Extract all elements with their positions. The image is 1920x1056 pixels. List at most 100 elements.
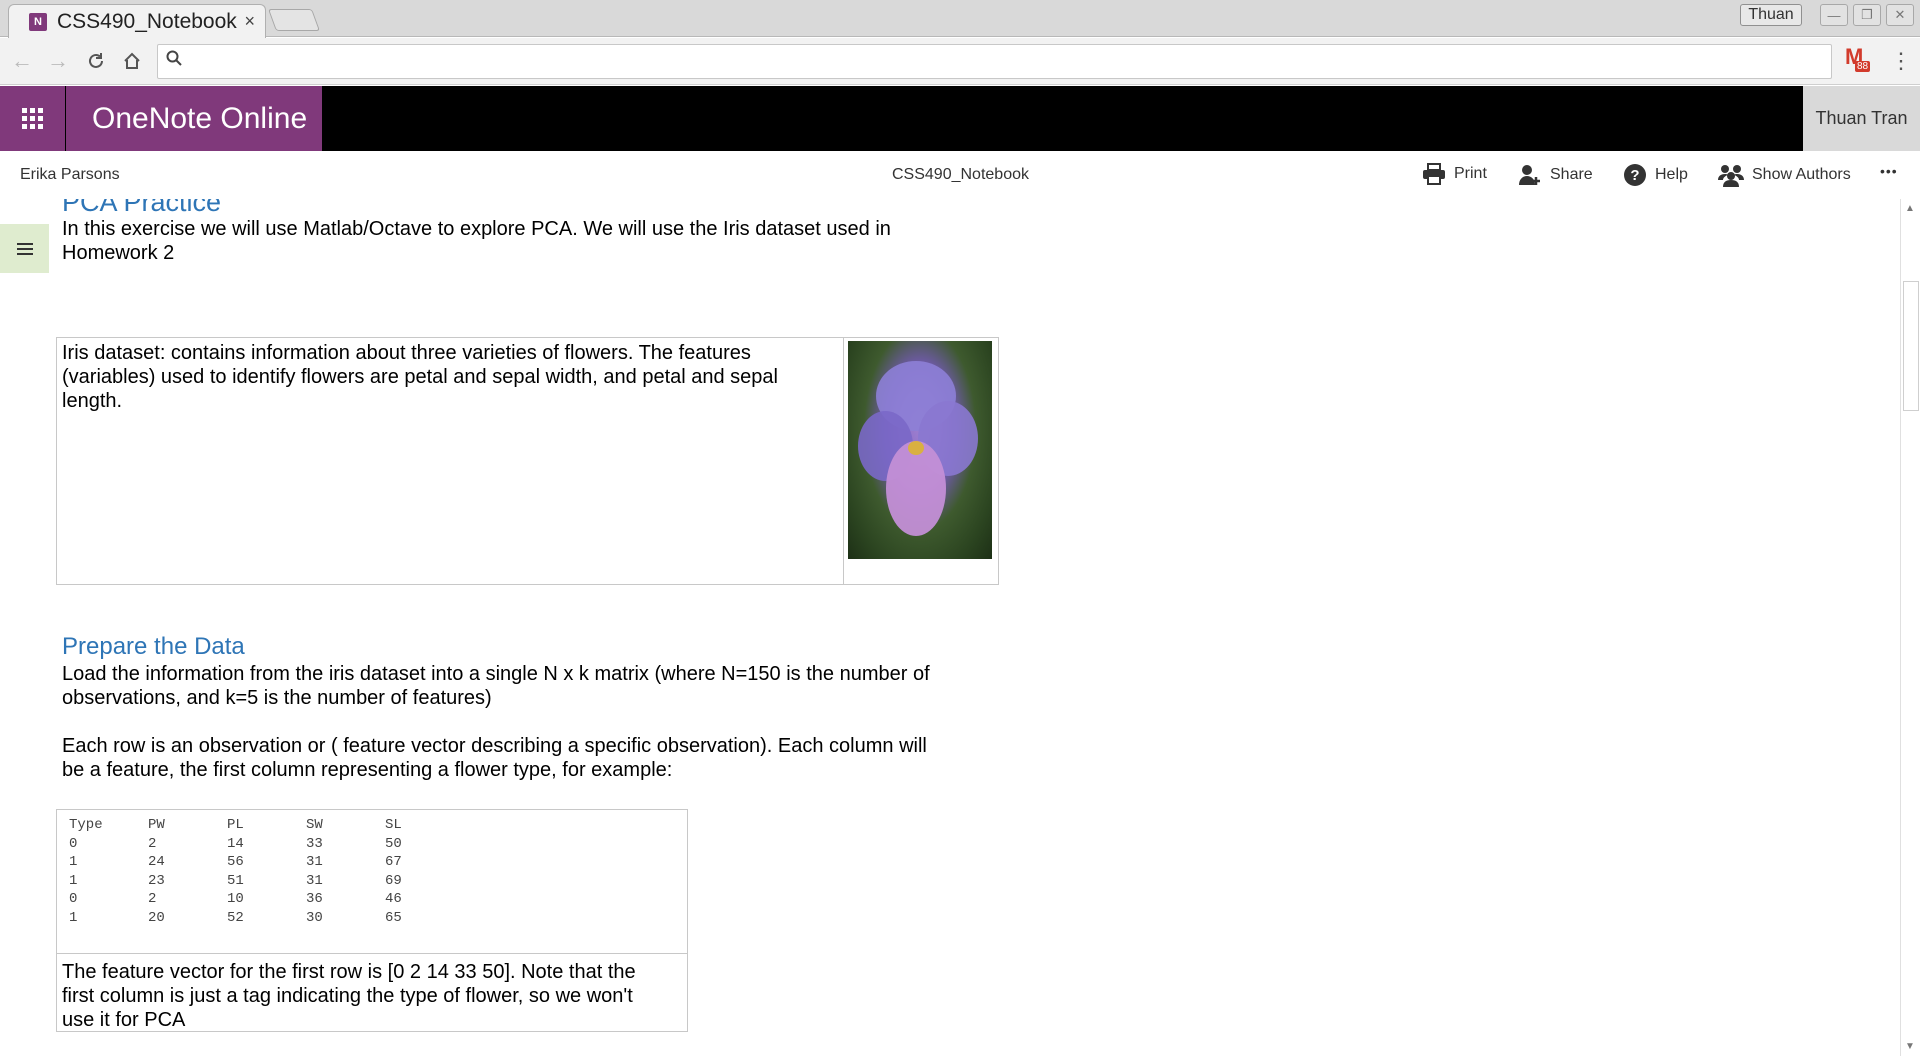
help-label: Help: [1655, 166, 1688, 183]
header-cell: SW: [306, 817, 323, 833]
table-cell: 67: [385, 854, 402, 870]
intro-line-2[interactable]: Homework 2: [62, 241, 174, 265]
table-cell: 10: [227, 891, 244, 907]
add-person-icon: [1519, 165, 1540, 185]
profile-button[interactable]: Thuan: [1740, 4, 1802, 26]
table-divider: [57, 953, 687, 954]
share-label: Share: [1550, 166, 1593, 183]
scroll-up-icon[interactable]: ▲: [1905, 203, 1915, 214]
prepare-p2-line-1[interactable]: Each row is an observation or ( feature …: [62, 734, 927, 758]
scroll-down-icon[interactable]: ▼: [1905, 1041, 1915, 1052]
restore-icon[interactable]: ❐: [1853, 4, 1881, 26]
home-icon[interactable]: [118, 47, 146, 75]
authors-icon: [1718, 165, 1744, 187]
print-label: Print: [1454, 165, 1487, 182]
print-button[interactable]: Print: [1422, 163, 1487, 185]
printer-icon: [1423, 163, 1445, 185]
table-cell: 65: [385, 909, 402, 926]
onenote-header: OneNote Online Thuan Tran: [0, 86, 1920, 151]
header-cell: PW: [148, 817, 165, 833]
search-icon: [166, 50, 182, 71]
table-cell: 24: [148, 854, 165, 870]
feature-vector-note[interactable]: The feature vector for the first row is …: [62, 960, 662, 1032]
reload-icon[interactable]: [82, 47, 110, 75]
table-cell: 2: [148, 835, 157, 852]
browser-menu-icon[interactable]: ⋮: [1890, 48, 1912, 74]
iris-flower-image[interactable]: [848, 341, 992, 559]
table-row: 0 2 14 33 50: [69, 835, 464, 854]
table-row: 1 20 52 30 65: [69, 909, 464, 928]
table-cell: 20: [148, 909, 165, 926]
app-launcher-icon[interactable]: [0, 86, 65, 151]
feature-matrix[interactable]: Type PW PL SW SL 0 2 14 33 50 1 24 56 31…: [69, 816, 464, 927]
tab-title: CSS490_Notebook: [57, 9, 237, 33]
scroll-thumb[interactable]: [1903, 281, 1919, 411]
table-row: 0 2 10 36 46: [69, 890, 464, 909]
table-cell: 69: [385, 872, 402, 889]
minimize-icon[interactable]: —: [1820, 4, 1848, 26]
page-content: PCA Practice In this exercise we will us…: [0, 199, 1900, 1056]
table-cell: 51: [227, 872, 244, 889]
table-cell: 30: [306, 909, 323, 926]
intro-line-1[interactable]: In this exercise we will use Matlab/Octa…: [62, 217, 891, 241]
forward-icon[interactable]: →: [44, 47, 72, 75]
browser-tab-strip: N CSS490_Notebook × Thuan — ❐ ✕: [0, 0, 1920, 38]
onenote-favicon-icon: N: [29, 12, 47, 31]
example-data-table: Type PW PL SW SL 0 2 14 33 50 1 24 56 31…: [56, 809, 688, 1032]
table-cell: 1: [69, 909, 78, 926]
address-bar[interactable]: [157, 44, 1832, 79]
table-cell: 52: [227, 909, 244, 926]
table-cell: 23: [148, 872, 165, 889]
table-cell: 46: [385, 891, 402, 907]
browser-tab[interactable]: N CSS490_Notebook ×: [8, 4, 266, 38]
show-authors-label: Show Authors: [1752, 166, 1851, 183]
svg-text:?: ?: [1630, 167, 1639, 184]
vertical-scrollbar[interactable]: ▲ ▼: [1900, 199, 1920, 1056]
table-header-row: Type PW PL SW SL: [69, 816, 464, 835]
table-cell: 1: [69, 872, 78, 889]
navigation-toggle-button[interactable]: [0, 224, 49, 273]
back-icon[interactable]: ←: [8, 47, 36, 75]
prepare-p2-line-2[interactable]: be a feature, the first column represent…: [62, 758, 672, 782]
table-cell: 2: [148, 891, 157, 907]
table-cell: 50: [385, 835, 402, 852]
app-name[interactable]: OneNote Online: [66, 86, 322, 151]
iris-description[interactable]: Iris dataset: contains information about…: [62, 341, 832, 413]
prepare-p1-line-2[interactable]: observations, and k=5 is the number of f…: [62, 686, 492, 710]
notebook-owner[interactable]: Erika Parsons: [20, 166, 120, 184]
table-row: 1 23 51 31 69: [69, 872, 464, 891]
header-cell: PL: [227, 817, 244, 833]
share-button[interactable]: Share: [1518, 163, 1593, 187]
more-options-button[interactable]: •••: [1880, 163, 1898, 179]
table-row: 1 24 56 31 67: [69, 853, 464, 872]
gmail-extension-icon[interactable]: M 88: [1845, 46, 1873, 76]
hamburger-icon: [16, 242, 33, 255]
iris-info-table: Iris dataset: contains information about…: [56, 337, 999, 585]
header-cell: SL: [385, 817, 402, 833]
browser-toolbar: ← → M 88 ⋮: [0, 38, 1920, 85]
gmail-badge: 88: [1855, 61, 1871, 72]
table-cell: 14: [227, 835, 244, 852]
table-cell: 31: [306, 872, 323, 889]
table-cell: 0: [69, 891, 78, 907]
tab-close-icon[interactable]: ×: [244, 11, 255, 32]
header-cell: Type: [69, 817, 103, 833]
table-divider: [843, 338, 844, 584]
table-cell: 31: [306, 854, 323, 870]
help-icon: ?: [1624, 164, 1646, 186]
table-cell: 1: [69, 854, 78, 870]
table-cell: 33: [306, 835, 323, 852]
new-tab-button[interactable]: [267, 9, 321, 31]
page-title[interactable]: PCA Practice: [62, 199, 221, 218]
table-cell: 36: [306, 891, 323, 907]
table-cell: 0: [69, 835, 78, 852]
table-cell: 56: [227, 854, 244, 870]
show-authors-button[interactable]: Show Authors: [1718, 163, 1851, 187]
user-account-button[interactable]: Thuan Tran: [1803, 86, 1920, 151]
command-bar: Erika Parsons CSS490_Notebook Print Shar…: [0, 151, 1920, 199]
prepare-p1-line-1[interactable]: Load the information from the iris datas…: [62, 662, 930, 686]
close-window-icon[interactable]: ✕: [1886, 4, 1914, 26]
help-button[interactable]: ? Help: [1623, 163, 1688, 187]
notebook-name[interactable]: CSS490_Notebook: [892, 166, 1029, 184]
prepare-data-heading[interactable]: Prepare the Data: [62, 633, 245, 661]
